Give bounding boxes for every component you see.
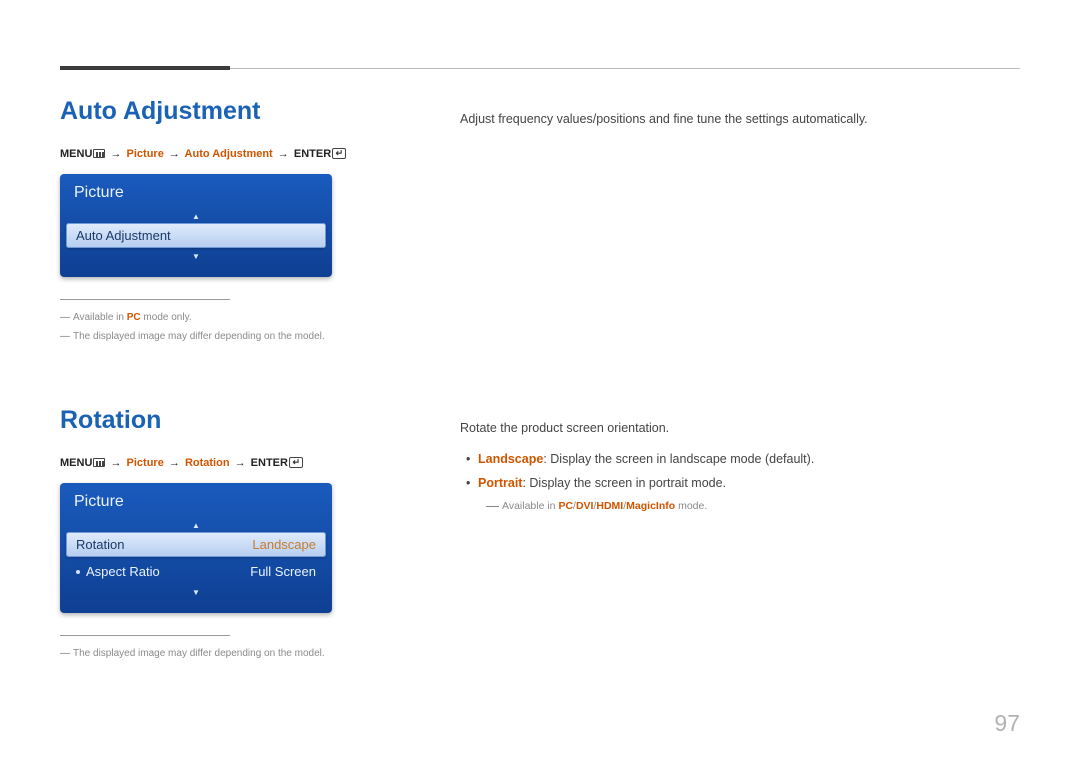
subnote-available-modes: ―Available in PC/DVI/HDMI/MagicInfo mode… <box>460 498 1020 513</box>
osd-title-text: Picture <box>74 493 124 510</box>
mode-hdmi: HDMI <box>596 500 623 512</box>
mode-magicinfo: MagicInfo <box>626 500 675 512</box>
osd-panel-auto-adjustment: Picture ▲ Auto Adjustment ▼ <box>60 174 332 277</box>
osd-body: ▲ Rotation Landscape Aspect Ratio Full S… <box>66 519 326 601</box>
manual-page: Auto Adjustment MENU → Picture → Auto Ad… <box>0 0 1080 763</box>
scroll-up-icon[interactable]: ▲ <box>66 519 326 530</box>
footnote-text: The displayed image may differ depending… <box>73 331 325 342</box>
breadcrumb-menu-label: MENU <box>60 148 92 160</box>
breadcrumb-picture: Picture <box>127 457 164 469</box>
description-rotation: Rotate the product screen orientation. <box>460 418 1020 438</box>
osd-item-value: Full Screen <box>250 564 316 579</box>
arrow-icon: → <box>169 457 180 469</box>
osd-body: ▲ Auto Adjustment ▼ <box>66 210 326 265</box>
osd-item-rotation[interactable]: Rotation Landscape <box>66 532 326 557</box>
arrow-icon: → <box>235 457 246 469</box>
scroll-down-icon[interactable]: ▼ <box>66 586 326 597</box>
mode-dvi: DVI <box>576 500 594 512</box>
osd-item-aspect-ratio[interactable]: Aspect Ratio Full Screen <box>66 559 326 584</box>
bullet-icon <box>76 570 80 574</box>
option-text: : Display the screen in portrait mode. <box>522 476 726 490</box>
breadcrumb-enter-label: ENTER <box>251 457 288 469</box>
footnote-image-differ: ―The displayed image may differ dependin… <box>60 327 400 346</box>
osd-item-label: Auto Adjustment <box>76 228 171 243</box>
option-term: Landscape <box>478 452 543 466</box>
breadcrumb-enter-label: ENTER <box>294 148 331 160</box>
osd-title-text: Picture <box>74 184 124 201</box>
header-rule <box>60 68 1020 69</box>
mode-pc: PC <box>558 500 573 512</box>
enter-icon <box>289 457 303 468</box>
section-rotation: Rotation MENU → Picture → Rotation → ENT… <box>60 406 1020 663</box>
breadcrumb-menu-label: MENU <box>60 457 92 469</box>
footnote-divider <box>60 299 230 300</box>
option-landscape: Landscape: Display the screen in landsca… <box>460 448 1020 472</box>
osd-title: Picture <box>66 489 326 519</box>
osd-item-label: Aspect Ratio <box>76 564 160 579</box>
scroll-up-icon[interactable]: ▲ <box>66 210 326 221</box>
heading-auto-adjustment: Auto Adjustment <box>60 97 400 126</box>
section-auto-adjustment: Auto Adjustment MENU → Picture → Auto Ad… <box>60 97 1020 346</box>
footnote-text: Available in <box>73 312 127 323</box>
menu-icon <box>93 458 105 467</box>
osd-item-value: Landscape <box>252 537 316 552</box>
scroll-down-icon[interactable]: ▼ <box>66 250 326 261</box>
footnote-text: mode only. <box>141 312 192 323</box>
breadcrumb-auto-adjustment: MENU → Picture → Auto Adjustment → ENTER <box>60 148 400 160</box>
description-auto-adjustment: Adjust frequency values/positions and fi… <box>460 109 1020 129</box>
osd-item-label: Rotation <box>76 537 124 552</box>
breadcrumb-picture: Picture <box>127 148 164 160</box>
heading-rotation: Rotation <box>60 406 400 435</box>
option-portrait: Portrait: Display the screen in portrait… <box>460 472 1020 496</box>
rotation-options-list: Landscape: Display the screen in landsca… <box>460 448 1020 496</box>
arrow-icon: → <box>110 457 121 469</box>
breadcrumb-rotation: MENU → Picture → Rotation → ENTER <box>60 457 400 469</box>
arrow-icon: → <box>278 148 289 160</box>
footnote-pc-mode: ―Available in PC mode only. <box>60 308 400 327</box>
footnote-divider <box>60 635 230 636</box>
osd-panel-rotation: Picture ▲ Rotation Landscape Aspect Rati… <box>60 483 332 613</box>
enter-icon <box>332 148 346 159</box>
footnote-mode: PC <box>127 312 141 323</box>
breadcrumb-rotation-item: Rotation <box>185 457 230 469</box>
footnote-text: The displayed image may differ depending… <box>73 648 325 659</box>
subnote-text: mode. <box>675 500 707 512</box>
page-number: 97 <box>994 710 1020 737</box>
arrow-icon: → <box>169 148 180 160</box>
osd-item-auto-adjustment[interactable]: Auto Adjustment <box>66 223 326 248</box>
breadcrumb-auto-adjustment-item: Auto Adjustment <box>185 148 273 160</box>
osd-title: Picture <box>66 180 326 210</box>
option-text: : Display the screen in landscape mode (… <box>543 452 814 466</box>
arrow-icon: → <box>110 148 121 160</box>
menu-icon <box>93 149 105 158</box>
option-term: Portrait <box>478 476 522 490</box>
footnote-image-differ: ―The displayed image may differ dependin… <box>60 644 400 663</box>
subnote-text: Available in <box>502 500 558 512</box>
